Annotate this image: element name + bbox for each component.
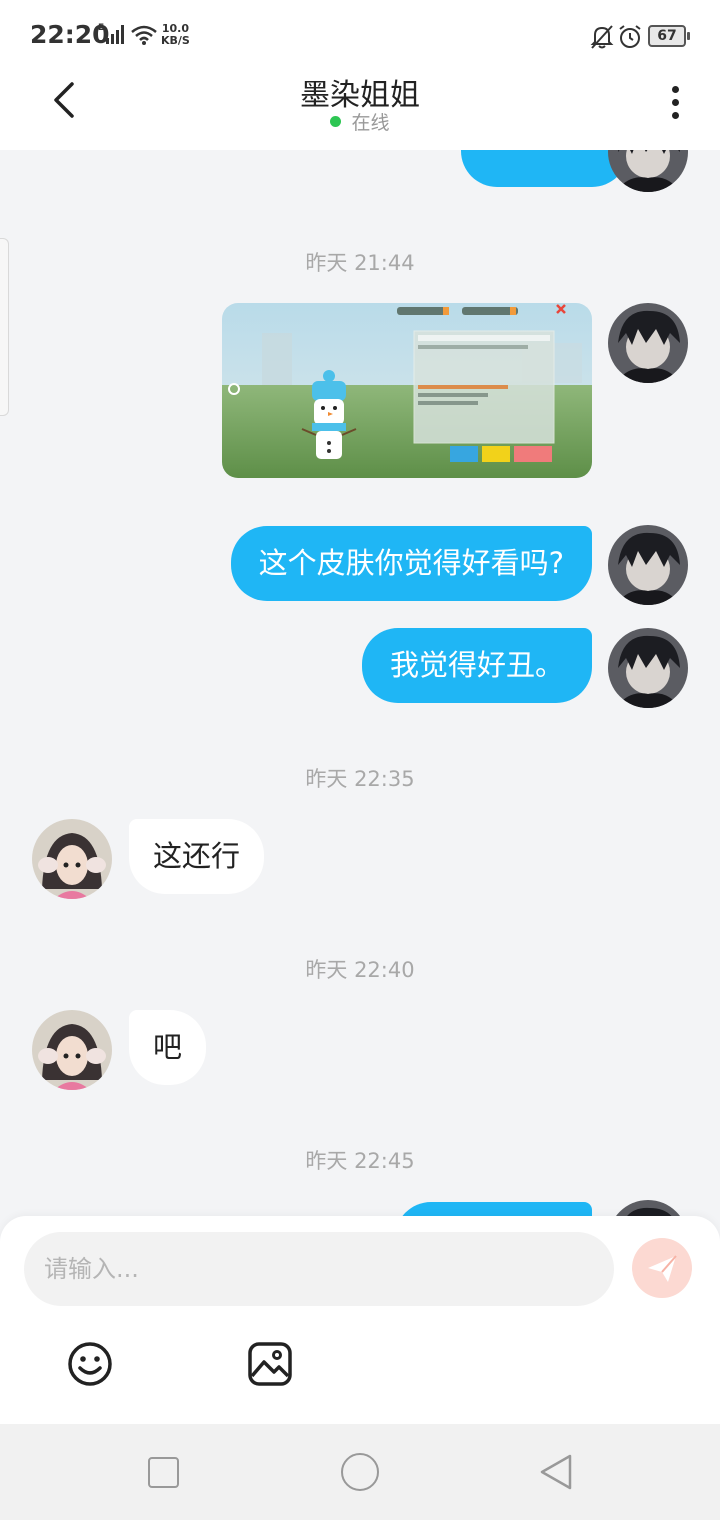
- avatar-self[interactable]: [608, 1200, 688, 1216]
- message-input[interactable]: [24, 1232, 614, 1306]
- status-bar: 22:20 E 10.0 KB/S 67: [0, 0, 720, 70]
- avatar-self[interactable]: [608, 628, 688, 708]
- message-bubble-outgoing[interactable]: 我觉得好丑。: [361, 628, 592, 703]
- message-list[interactable]: ············ 昨天 21:44: [0, 150, 720, 1216]
- more-vertical-icon[interactable]: [660, 82, 690, 122]
- avatar-self-image: [608, 628, 688, 708]
- alarm-icon: [619, 25, 641, 48]
- avatar-self[interactable]: [608, 303, 688, 383]
- avatar-contact-image: [32, 1010, 112, 1090]
- message-bubble-outgoing[interactable]: ············: [461, 150, 628, 187]
- battery-icon: 67: [648, 25, 690, 47]
- avatar-contact[interactable]: [32, 819, 112, 899]
- message-text: 这个皮肤你觉得好看吗?: [258, 546, 564, 580]
- game-screenshot-image[interactable]: [222, 303, 592, 478]
- network-type: E: [98, 23, 104, 33]
- recent-apps-button[interactable]: [148, 1457, 179, 1488]
- bell-muted-icon: [590, 25, 614, 49]
- timestamp: 昨天 22:35: [305, 767, 415, 791]
- signal-icon: E: [98, 23, 124, 44]
- send-icon: [648, 1255, 677, 1282]
- image-icon[interactable]: [246, 1340, 294, 1388]
- avatar-self-image: [608, 1200, 688, 1216]
- send-button[interactable]: [632, 1238, 692, 1298]
- presence-status: 在线: [0, 108, 720, 135]
- timestamp: 昨天 21:44: [305, 251, 415, 275]
- network-speed-unit: KB/S: [161, 34, 190, 47]
- message-bubble-outgoing[interactable]: [395, 1202, 592, 1216]
- message-bubble-incoming[interactable]: 吧: [129, 1010, 207, 1085]
- presence-label: 在线: [351, 112, 390, 134]
- nav-back-icon[interactable]: [538, 1452, 574, 1492]
- wifi-icon: [131, 25, 157, 45]
- avatar-contact[interactable]: [32, 1010, 112, 1090]
- avatar-self-image: [608, 303, 688, 383]
- avatar-contact-image: [32, 819, 112, 899]
- avatar-self-image: [608, 150, 688, 192]
- emoji-icon[interactable]: [66, 1340, 114, 1388]
- message-text: 这还行: [153, 839, 241, 873]
- chat-header: 墨染姐姐 在线: [0, 70, 720, 150]
- network-speed: 10.0 KB/S: [161, 23, 190, 47]
- message-bubble-incoming[interactable]: 这还行: [129, 819, 265, 894]
- timestamp: 昨天 22:45: [305, 1149, 415, 1173]
- message-bubble-outgoing[interactable]: 这个皮肤你觉得好看吗?: [230, 526, 592, 601]
- avatar-self[interactable]: [608, 150, 688, 192]
- avatar-self[interactable]: [608, 525, 688, 605]
- message-text: 我觉得好丑。: [389, 648, 564, 682]
- online-dot-icon: [330, 116, 342, 127]
- system-nav-bar: [0, 1424, 720, 1520]
- avatar-self-image: [608, 525, 688, 605]
- message-text: ············: [489, 150, 600, 155]
- composer-panel: [0, 1216, 720, 1424]
- message-text: 吧: [153, 1030, 183, 1064]
- timestamp: 昨天 22:40: [305, 958, 415, 982]
- game-screenshot-art: [222, 303, 592, 478]
- home-button[interactable]: [341, 1453, 379, 1491]
